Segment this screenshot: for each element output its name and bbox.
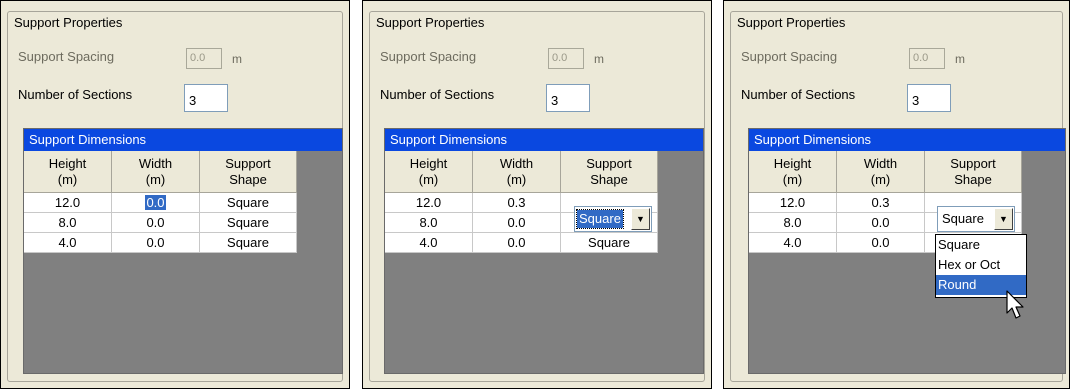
mouse-pointer-icon [1006, 290, 1026, 323]
support-shape-combobox[interactable]: Square ▼ [937, 206, 1015, 232]
cell-height[interactable]: 12.0 [385, 193, 473, 213]
header-width: Width (m) [112, 151, 200, 193]
header-shape: Support Shape [561, 151, 658, 193]
cell-shape[interactable]: Square [200, 213, 297, 233]
cell-width[interactable]: 0.3 [473, 193, 561, 213]
support-dimensions-grid: Support Dimensions Height (m) Width (m) … [384, 128, 704, 374]
header-height: Height (m) [24, 151, 112, 193]
group-title: Support Properties [735, 15, 848, 30]
header-shape: Support Shape [925, 151, 1022, 193]
selected-text[interactable]: 0.0 [145, 195, 166, 210]
dropdown-option-square[interactable]: Square [936, 235, 1026, 255]
chevron-down-icon: ▼ [999, 214, 1008, 224]
spacing-unit: m [232, 52, 242, 66]
header-width: Width (m) [473, 151, 561, 193]
number-of-sections-label: Number of Sections [380, 87, 495, 102]
cell-height[interactable]: 8.0 [24, 213, 112, 233]
cell-height[interactable]: 4.0 [24, 233, 112, 253]
support-dimensions-grid: Support Dimensions Height (m) Width (m) … [23, 128, 343, 374]
header-height: Height (m) [385, 151, 473, 193]
support-spacing-field: 0.0 [186, 48, 222, 69]
combo-selected-value[interactable]: Square [940, 210, 986, 228]
cell-height[interactable]: 12.0 [749, 193, 837, 213]
support-spacing-field: 0.0 [548, 48, 584, 69]
group-title: Support Properties [12, 15, 125, 30]
support-spacing-field: 0.0 [909, 48, 945, 69]
number-of-sections-label: Number of Sections [741, 87, 856, 102]
header-shape: Support Shape [200, 151, 297, 193]
cell-width[interactable]: 0.0 [112, 193, 200, 213]
dropdown-option-hex-or-oct[interactable]: Hex or Oct [936, 255, 1026, 275]
cell-height[interactable]: 12.0 [24, 193, 112, 213]
group-title: Support Properties [374, 15, 487, 30]
header-width: Width (m) [837, 151, 925, 193]
dropdown-button[interactable]: ▼ [994, 208, 1013, 230]
grid-title: Support Dimensions [749, 129, 1065, 151]
grid-title: Support Dimensions [24, 129, 342, 151]
grid-title: Support Dimensions [385, 129, 703, 151]
header-height: Height (m) [749, 151, 837, 193]
number-of-sections-input[interactable]: 3 [184, 84, 228, 112]
cell-width[interactable]: 0.3 [837, 193, 925, 213]
chevron-down-icon: ▼ [636, 214, 645, 224]
number-of-sections-input[interactable]: 3 [907, 84, 951, 112]
cell-shape[interactable]: Square [200, 193, 297, 213]
spacing-unit: m [594, 52, 604, 66]
cell-width[interactable]: 0.0 [837, 213, 925, 233]
cell-height[interactable]: 8.0 [749, 213, 837, 233]
combo-selected-value[interactable]: Square [576, 209, 624, 229]
support-properties-panel-1: Support Properties Support Spacing 0.0 m… [0, 0, 350, 389]
cell-width[interactable]: 0.0 [473, 213, 561, 233]
cell-height[interactable]: 4.0 [385, 233, 473, 253]
support-spacing-label: Support Spacing [380, 49, 477, 64]
number-of-sections-label: Number of Sections [18, 87, 133, 102]
support-properties-panel-3: Support Properties Support Spacing 0.0 m… [723, 0, 1070, 389]
number-of-sections-input[interactable]: 3 [546, 84, 590, 112]
cell-height[interactable]: 8.0 [385, 213, 473, 233]
support-shape-dropdown-list: Square Hex or Oct Round [935, 234, 1027, 298]
cell-width[interactable]: 0.0 [837, 233, 925, 253]
cell-height[interactable]: 4.0 [749, 233, 837, 253]
cell-shape[interactable]: Square [561, 233, 658, 253]
spacing-unit: m [955, 52, 965, 66]
cell-shape[interactable]: Square [200, 233, 297, 253]
support-properties-panel-2: Support Properties Support Spacing 0.0 m… [362, 0, 712, 389]
dropdown-button[interactable]: ▼ [631, 208, 650, 230]
support-spacing-label: Support Spacing [741, 49, 838, 64]
cell-width[interactable]: 0.0 [473, 233, 561, 253]
support-spacing-label: Support Spacing [18, 49, 115, 64]
support-shape-combobox[interactable]: Square ▼ [574, 206, 652, 232]
cell-width[interactable]: 0.0 [112, 213, 200, 233]
cell-width[interactable]: 0.0 [112, 233, 200, 253]
